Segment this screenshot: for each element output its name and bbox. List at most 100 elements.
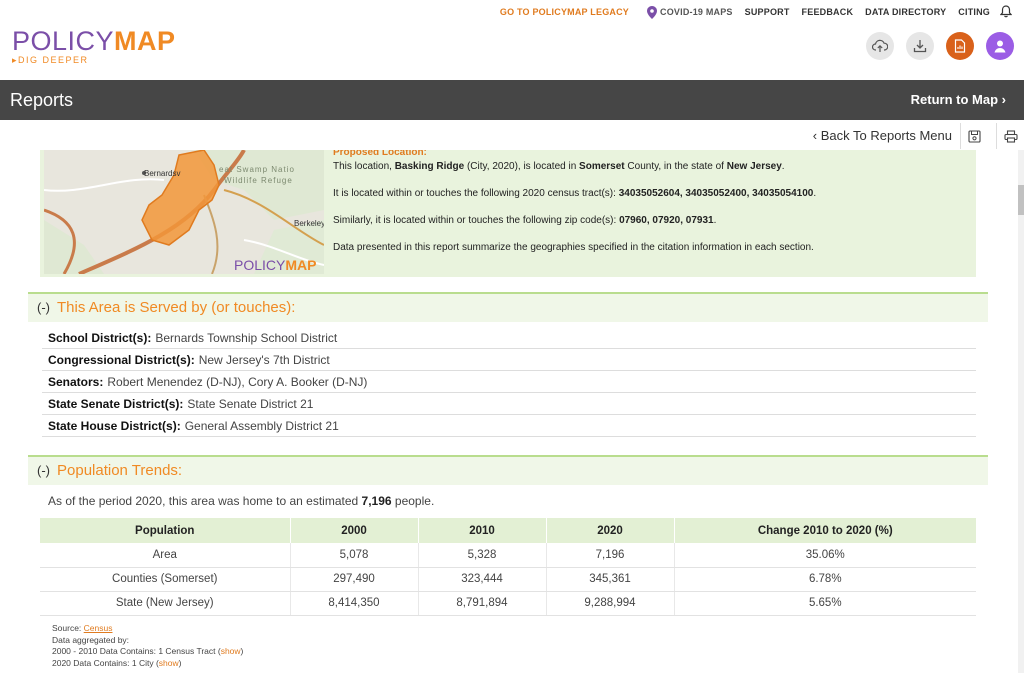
table-cell: 5,078 — [290, 543, 419, 568]
loc-p1-mid: (City, 2020), is located in — [466, 161, 577, 172]
covid-maps-label: COVID-19 MAPS — [660, 7, 733, 17]
col-header: 2010 — [418, 518, 547, 543]
legacy-link[interactable]: GO TO POLICYMAP LEGACY — [500, 7, 629, 17]
served-row-state-senate: State Senate District(s): State Senate Di… — [42, 393, 976, 415]
col-header: Population — [40, 518, 291, 543]
download-icon — [913, 40, 927, 53]
loc-p2-end: . — [813, 188, 817, 199]
upload-button[interactable] — [866, 32, 894, 60]
served-key: State House District(s): — [48, 419, 181, 433]
feedback-link[interactable]: FEEDBACK — [802, 7, 854, 17]
data-2020-line: 2020 Data Contains: 1 City (show) — [52, 658, 243, 670]
loc-p1-pre: This location, — [333, 161, 392, 172]
logo-tagline: ▸DIG DEEPER — [12, 55, 176, 66]
print-icon — [1003, 129, 1018, 143]
user-icon — [994, 40, 1006, 53]
map-pin-icon — [647, 5, 658, 19]
report-content: Bernardsv eat Swamp Natio Wildlife Refug… — [0, 150, 1018, 673]
served-value: Bernards Township School District — [155, 331, 338, 345]
table-cell: 5,328 — [418, 543, 547, 568]
save-icon — [968, 129, 981, 143]
collapse-toggle[interactable]: (-) — [37, 300, 50, 315]
location-paragraph-3: Similarly, it is located within or touch… — [333, 214, 973, 228]
report-toolbar: ‹ Back To Reports Menu — [0, 120, 1024, 150]
map-label-bernards: Bernardsv — [144, 169, 180, 178]
served-key: School District(s): — [48, 331, 152, 345]
data-directory-link[interactable]: DATA DIRECTORY — [865, 7, 946, 17]
covid-maps-link[interactable]: COVID-19 MAPS — [647, 5, 733, 19]
location-summary: Bernardsv eat Swamp Natio Wildlife Refug… — [40, 150, 976, 277]
table-cell: 323,444 — [418, 567, 547, 592]
served-key: Congressional District(s): — [48, 353, 195, 367]
loc-county: Somerset — [579, 161, 625, 172]
logo-text: POLICYMAP — [12, 26, 176, 56]
show-tracts-link[interactable]: show — [221, 646, 241, 656]
line2-pre: 2020 Data Contains: 1 City ( — [52, 657, 159, 668]
table-cell: 6.78% — [674, 567, 976, 592]
download-button[interactable] — [906, 32, 934, 60]
loc-p3-pre: Similarly, it is located within or touch… — [333, 215, 617, 226]
loc-state: New Jersey — [726, 161, 782, 172]
loc-p1-mid2: County, in the state of — [627, 161, 724, 172]
back-to-reports-link[interactable]: ‹ Back To Reports Menu — [813, 128, 952, 143]
return-to-map-link[interactable]: Return to Map › — [911, 92, 1006, 107]
logo-right: MAP — [114, 26, 176, 56]
table-cell: Area — [40, 543, 291, 568]
population-table: Population 2000 2010 2020 Change 2010 to… — [40, 518, 976, 616]
logo-left: POLICY — [12, 26, 115, 56]
support-link[interactable]: SUPPORT — [745, 7, 790, 17]
aggregated-label: Data aggregated by: — [52, 634, 130, 645]
policymap-logo[interactable]: POLICYMAP ▸DIG DEEPER — [12, 28, 176, 66]
served-value: General Assembly District 21 — [184, 419, 339, 433]
page-scrollbar[interactable] — [1018, 150, 1024, 673]
show-city-link[interactable]: show — [159, 658, 179, 668]
table-row: Counties (Somerset) 297,490 323,444 345,… — [40, 567, 976, 592]
source-notes: Source: Census Data aggregated by: 2000 … — [52, 623, 243, 669]
bell-icon[interactable] — [999, 4, 1013, 20]
source-label: Source: — [52, 623, 82, 633]
location-map[interactable]: Bernardsv eat Swamp Natio Wildlife Refug… — [44, 150, 324, 274]
pop-intro-end: people. — [394, 494, 435, 508]
account-avatar[interactable] — [986, 32, 1014, 60]
scrollbar-thumb[interactable] — [1018, 185, 1024, 215]
line1-end: ) — [240, 646, 244, 656]
report-document-icon — [954, 39, 966, 53]
location-paragraph-1: This location, Basking Ridge (City, 2020… — [333, 160, 973, 174]
served-section-header[interactable]: (-) This Area is Served by (or touches): — [28, 294, 988, 322]
collapse-toggle[interactable]: (-) — [37, 463, 50, 478]
map-watermark-left: POLICY — [234, 257, 286, 273]
map-label-berkeley: Berkeley — [294, 219, 324, 228]
served-row-senators: Senators: Robert Menendez (D-NJ), Cory A.… — [42, 371, 976, 393]
top-navigation: POLICYMAP ▸DIG DEEPER GO TO POLICYMAP LE… — [0, 0, 1024, 80]
reports-header-bar: Reports Return to Map › — [0, 80, 1024, 120]
reports-title: Reports — [10, 90, 74, 110]
location-description: Proposed Location: This location, Baskin… — [333, 150, 973, 255]
line1-pre: 2000 - 2010 Data Contains: 1 Census Trac… — [52, 646, 221, 656]
table-cell: State (New Jersey) — [40, 591, 291, 616]
nav-links: GO TO POLICYMAP LEGACY COVID-19 MAPS SUP… — [488, 4, 1013, 20]
location-paragraph-4: Data presented in this report summarize … — [333, 242, 814, 253]
map-graphic: Bernardsv eat Swamp Natio Wildlife Refug… — [44, 150, 324, 274]
source-census-link[interactable]: Census — [84, 623, 113, 633]
served-key: Senators: — [48, 375, 104, 389]
table-cell: 35.06% — [674, 543, 976, 568]
data-2000-2010-line: 2000 - 2010 Data Contains: 1 Census Trac… — [52, 646, 243, 658]
save-button[interactable] — [960, 123, 988, 149]
map-watermark-right: MAP — [285, 257, 316, 273]
location-heading: Proposed Location: — [333, 150, 427, 158]
toolbar-buttons — [854, 32, 1014, 60]
reports-button[interactable] — [946, 32, 974, 60]
print-button[interactable] — [996, 123, 1024, 149]
served-section-title: This Area is Served by (or touches): — [57, 299, 296, 316]
pop-intro-value: 7,196 — [361, 494, 392, 508]
table-cell: 8,414,350 — [290, 591, 419, 616]
citing-link[interactable]: CITING — [958, 7, 990, 17]
table-row: State (New Jersey) 8,414,350 8,791,894 9… — [40, 591, 976, 616]
location-paragraph-2: It is located within or touches the foll… — [333, 187, 973, 201]
loc-zips: 07960, 07920, 07931 — [619, 215, 714, 226]
tagline-text: DIG DEEPER — [18, 55, 89, 65]
source-line: Source: Census — [52, 623, 243, 635]
population-section-header[interactable]: (-) Population Trends: — [28, 457, 988, 485]
served-row-congressional: Congressional District(s): New Jersey's 7… — [42, 349, 976, 371]
loc-p3-end: . — [713, 215, 717, 226]
